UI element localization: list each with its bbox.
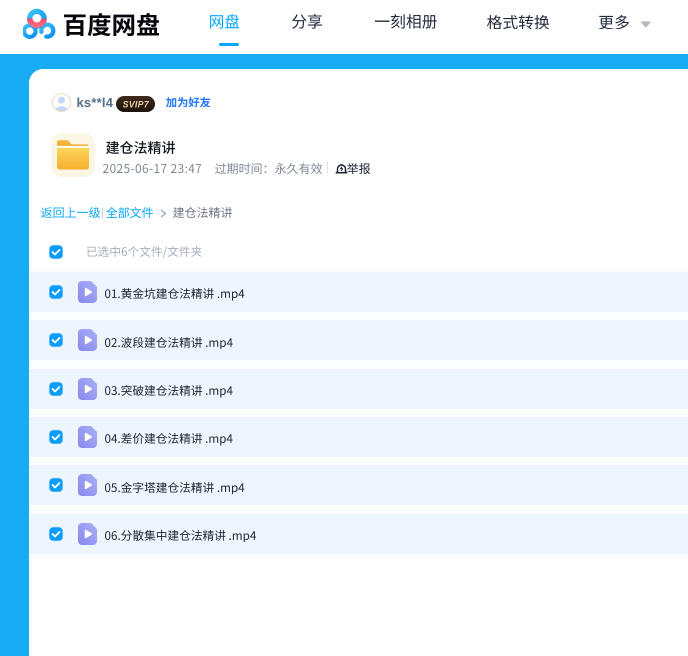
svg-text:SVIP7: SVIP7: [123, 99, 150, 109]
